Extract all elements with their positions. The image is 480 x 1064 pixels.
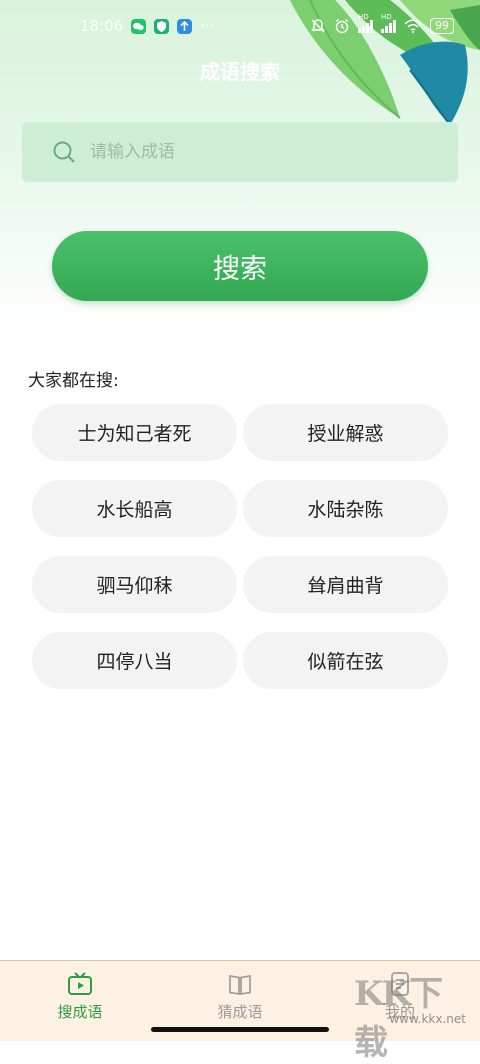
status-bar: 18:06 ··· HD HD 99 [0,0,480,52]
popular-tag[interactable]: 耸肩曲背 [243,556,448,613]
document-icon [387,971,413,997]
popular-tag[interactable]: 似箭在弦 [243,632,448,689]
popular-tag[interactable]: 士为知己者死 [32,404,237,461]
shield-app-icon [154,18,170,34]
more-notifications-icon: ··· [200,17,215,35]
tab-label: 我的 [384,1003,415,1021]
tab-search-idiom[interactable]: 搜成语 [0,961,160,1041]
search-icon [52,140,76,164]
battery-indicator: 99 [430,18,454,34]
upload-app-icon [177,18,193,34]
signal-1: HD [358,13,373,33]
book-icon [227,971,253,997]
signal-2: HD [381,13,396,33]
status-right: HD HD 99 [310,13,454,34]
popular-tag[interactable]: 驷马仰秣 [32,556,237,613]
status-time: 18:06 [80,17,124,35]
popular-tag[interactable]: 水长船高 [32,480,237,537]
search-box[interactable] [22,122,458,182]
popular-tag[interactable]: 授业解惑 [243,404,448,461]
popular-tag[interactable]: 水陆杂陈 [243,480,448,537]
search-button[interactable]: 搜索 [52,231,428,301]
wechat-icon [131,18,147,34]
home-indicator[interactable] [151,1027,329,1032]
alarm-icon [335,18,349,34]
status-left: 18:06 ··· [80,17,215,35]
popular-tag[interactable]: 四停八当 [32,632,237,689]
tab-label: 猜成语 [217,1003,263,1021]
tab-mine[interactable]: 我的 [320,961,480,1041]
tv-play-icon [67,971,93,997]
mute-bell-icon [311,19,325,33]
popular-tags: 士为知己者死 授业解惑 水长船高 水陆杂陈 驷马仰秣 耸肩曲背 四停八当 似箭在… [32,404,448,689]
search-input[interactable] [88,141,432,163]
popular-searches-title: 大家都在搜: [28,371,119,391]
page-title: 成语搜索 [200,60,280,84]
wifi-icon [404,19,422,33]
tab-label: 搜成语 [57,1003,103,1021]
